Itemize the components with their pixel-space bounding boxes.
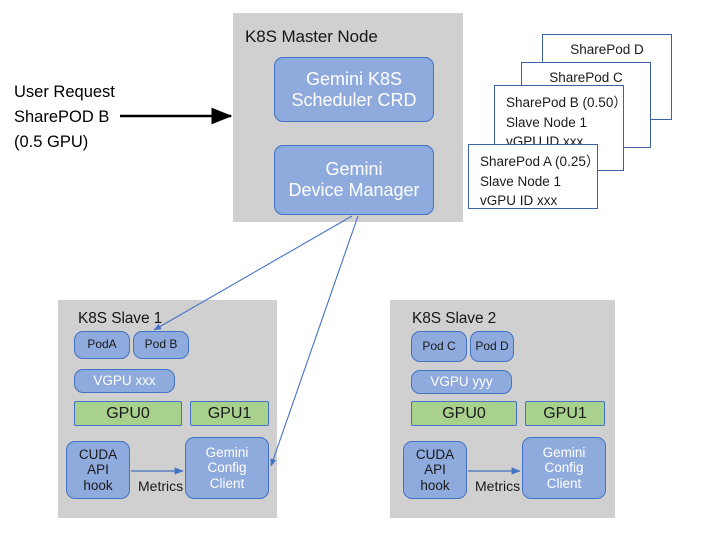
scheduler-line-1: Gemini K8S: [305, 68, 403, 89]
slave-2-gpu1-label: GPU1: [543, 404, 587, 422]
slave-2-hook-line-1: CUDA: [415, 446, 455, 462]
slave-2-vgpu-label: VGPU yyy: [430, 374, 493, 390]
user-request-label: User Request SharePOD B (0.5 GPU): [14, 80, 115, 155]
sharepod-b-line-1: SharePod B (0.50）: [506, 95, 627, 110]
slave-2-cuda-api-hook-box[interactable]: CUDA API hook: [403, 441, 467, 499]
slave-2-gpu0-label: GPU0: [442, 404, 486, 422]
user-request-line-3: (0.5 GPU): [14, 133, 89, 152]
slave-1-hook-line-3: hook: [83, 477, 113, 493]
slave-1-pod-a-label: PodA: [87, 337, 117, 352]
sharepod-b-line-2: Slave Node 1: [506, 114, 588, 130]
slave-2-pod-c-box[interactable]: Pod C: [411, 331, 467, 362]
slave-2-config-line-1: Gemini: [542, 444, 586, 460]
sharepod-c-title: SharePod C: [549, 70, 623, 85]
slave-1-hook-line-2: API: [87, 462, 109, 478]
slave-2-gpu1-box[interactable]: GPU1: [525, 401, 605, 426]
slave-1-metrics-label: Metrics: [137, 478, 185, 494]
device-manager-line-2: Device Manager: [288, 180, 420, 200]
slave-2-hook-line-2: API: [424, 462, 446, 478]
slave-1-pod-b-label: Pod B: [144, 337, 178, 352]
slave-1-gpu1-label: GPU1: [207, 404, 252, 422]
sharepod-a-line-2: Slave Node 1: [480, 173, 562, 189]
slave-1-gpu0-box[interactable]: GPU0: [74, 401, 182, 426]
sharepod-a-line-3: vGPU ID xxx: [480, 193, 558, 209]
slave-2-hook-line-3: hook: [420, 477, 450, 493]
device-manager-line-1: Gemini: [325, 159, 383, 180]
slave-2-vgpu-box[interactable]: VGPU yyy: [411, 370, 512, 394]
slave-2-pod-d-label: Pod D: [475, 338, 509, 353]
user-request-line-2: SharePOD B: [14, 108, 110, 127]
slave-2-metrics-label: Metrics: [474, 478, 522, 494]
gemini-device-manager-box[interactable]: Gemini Device Manager: [274, 145, 434, 215]
slave-1-hook-line-1: CUDA: [78, 446, 118, 462]
k8s-slave-1-title: K8S Slave 1: [78, 310, 163, 327]
slave-2-pod-d-box[interactable]: Pod D: [470, 331, 514, 362]
slave-1-vgpu-label: VGPU xxx: [93, 373, 156, 389]
slave-1-config-line-2: Config: [207, 460, 247, 476]
slave-1-gpu0-label: GPU0: [106, 404, 150, 422]
user-request-line-1: User Request: [14, 83, 115, 101]
slave-1-config-line-1: Gemini: [205, 444, 249, 460]
slave-1-pod-a-box[interactable]: PodA: [74, 331, 130, 359]
scheduler-line-2: Scheduler CRD: [291, 89, 417, 110]
slave-1-gpu1-box[interactable]: GPU1: [190, 401, 269, 426]
slave-2-gpu0-box[interactable]: GPU0: [411, 401, 517, 426]
k8s-slave-2-title: K8S Slave 2: [412, 310, 497, 327]
sharepod-a-line-1: SharePod A (0.25）: [480, 154, 600, 169]
slave-1-vgpu-box[interactable]: VGPU xxx: [74, 369, 175, 393]
gemini-k8s-scheduler-crd-box[interactable]: Gemini K8S Scheduler CRD: [274, 57, 434, 122]
device-manager-to-config-client-arrow: [270, 215, 359, 467]
k8s-master-node-title: K8S Master Node: [245, 27, 378, 46]
sharepod-d-title: SharePod D: [570, 42, 644, 57]
slave-1-config-line-3: Client: [209, 475, 245, 491]
slave-1-gemini-config-client-box[interactable]: Gemini Config Client: [185, 437, 269, 499]
slave-2-pod-c-label: Pod C: [422, 338, 456, 353]
slave-2-config-line-2: Config: [544, 460, 584, 476]
slave-2-config-line-3: Client: [546, 475, 582, 491]
slave-2-gemini-config-client-box[interactable]: Gemini Config Client: [522, 437, 606, 499]
sharepod-b-details: SharePod B (0.50） Slave Node 1 vGPU ID x…: [506, 93, 627, 152]
slave-1-cuda-api-hook-box[interactable]: CUDA API hook: [66, 441, 130, 499]
sharepod-a-details: SharePod A (0.25） Slave Node 1 vGPU ID x…: [480, 152, 599, 211]
slave-1-pod-b-box[interactable]: Pod B: [133, 331, 189, 359]
sharepod-card-a[interactable]: SharePod A (0.25） Slave Node 1 vGPU ID x…: [468, 144, 599, 211]
